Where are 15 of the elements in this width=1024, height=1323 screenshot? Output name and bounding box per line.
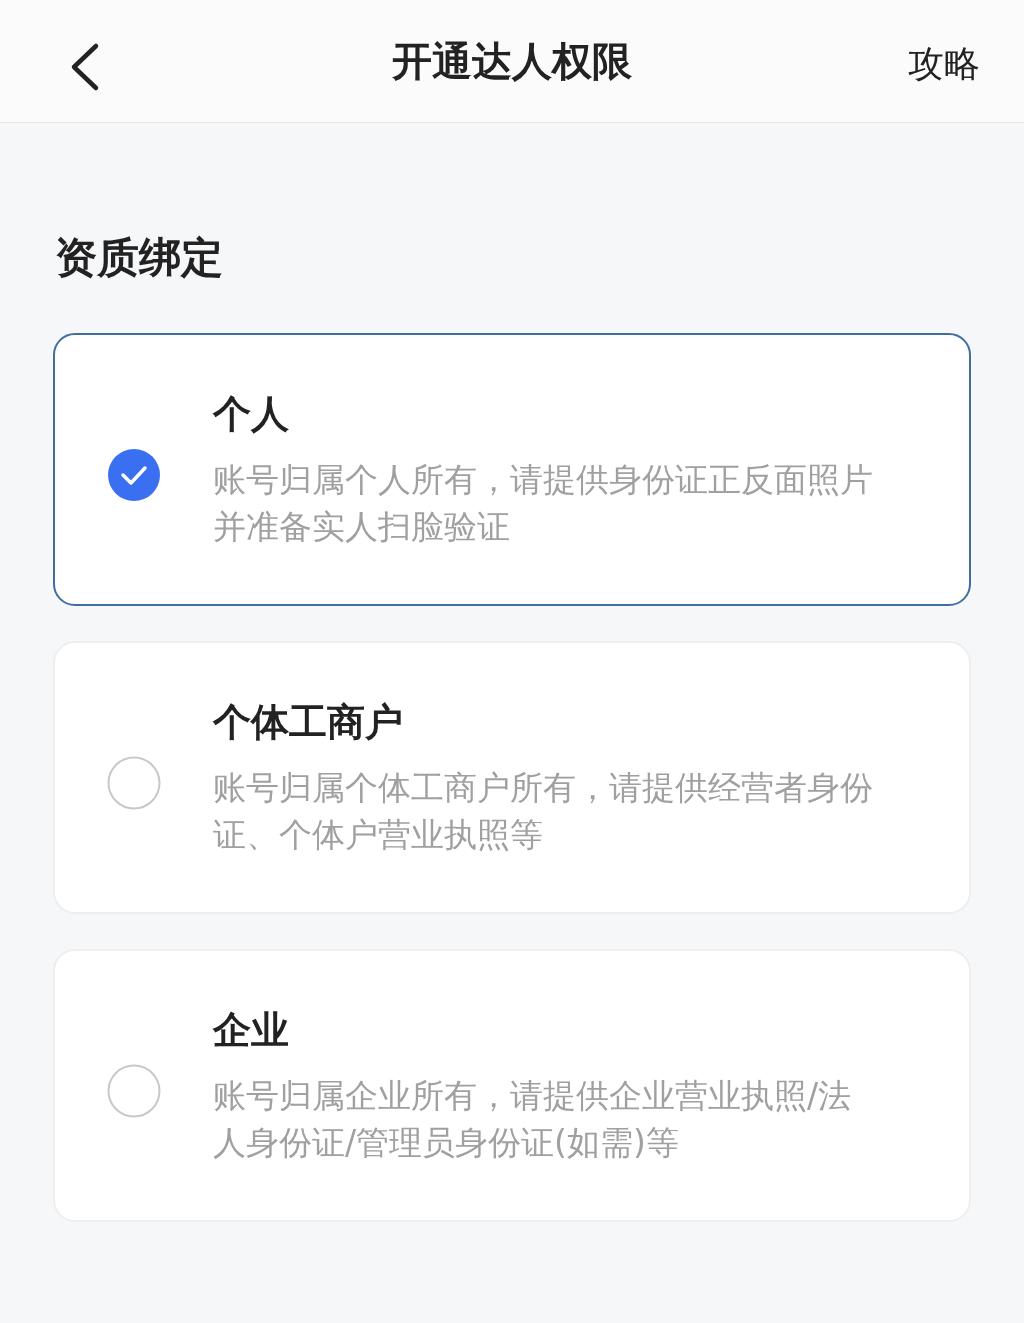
option-description: 账号归属个人所有，请提供身份证正反面照片并准备实人扫脸验证 — [213, 459, 874, 548]
guide-link[interactable]: 攻略 — [908, 40, 980, 89]
option-description: 账号归属个体工商户所有，请提供经营者身份证、个体户营业执照等 — [213, 767, 874, 856]
option-title: 企业 — [213, 1007, 290, 1054]
option-card[interactable]: 个体工商户 账号归属个体工商户所有，请提供经营者身份证、个体户营业执照等 — [53, 641, 971, 914]
radio-icon[interactable] — [107, 755, 161, 810]
option-card[interactable]: 个人 账号归属个人所有，请提供身份证正反面照片并准备实人扫脸验证 — [53, 333, 971, 606]
radio-checked-icon[interactable] — [107, 447, 161, 502]
option-title: 个体工商户 — [213, 699, 404, 746]
option-title: 个人 — [213, 391, 290, 438]
page-title: 开通达人权限 — [392, 36, 632, 86]
radio-icon[interactable] — [107, 1063, 161, 1118]
section-title: 资质绑定 — [55, 232, 224, 284]
option-card[interactable]: 企业 账号归属企业所有，请提供企业营业执照/法人身份证/管理员身份证(如需)等 — [53, 949, 971, 1222]
option-description: 账号归属企业所有，请提供企业营业执照/法人身份证/管理员身份证(如需)等 — [213, 1075, 853, 1164]
